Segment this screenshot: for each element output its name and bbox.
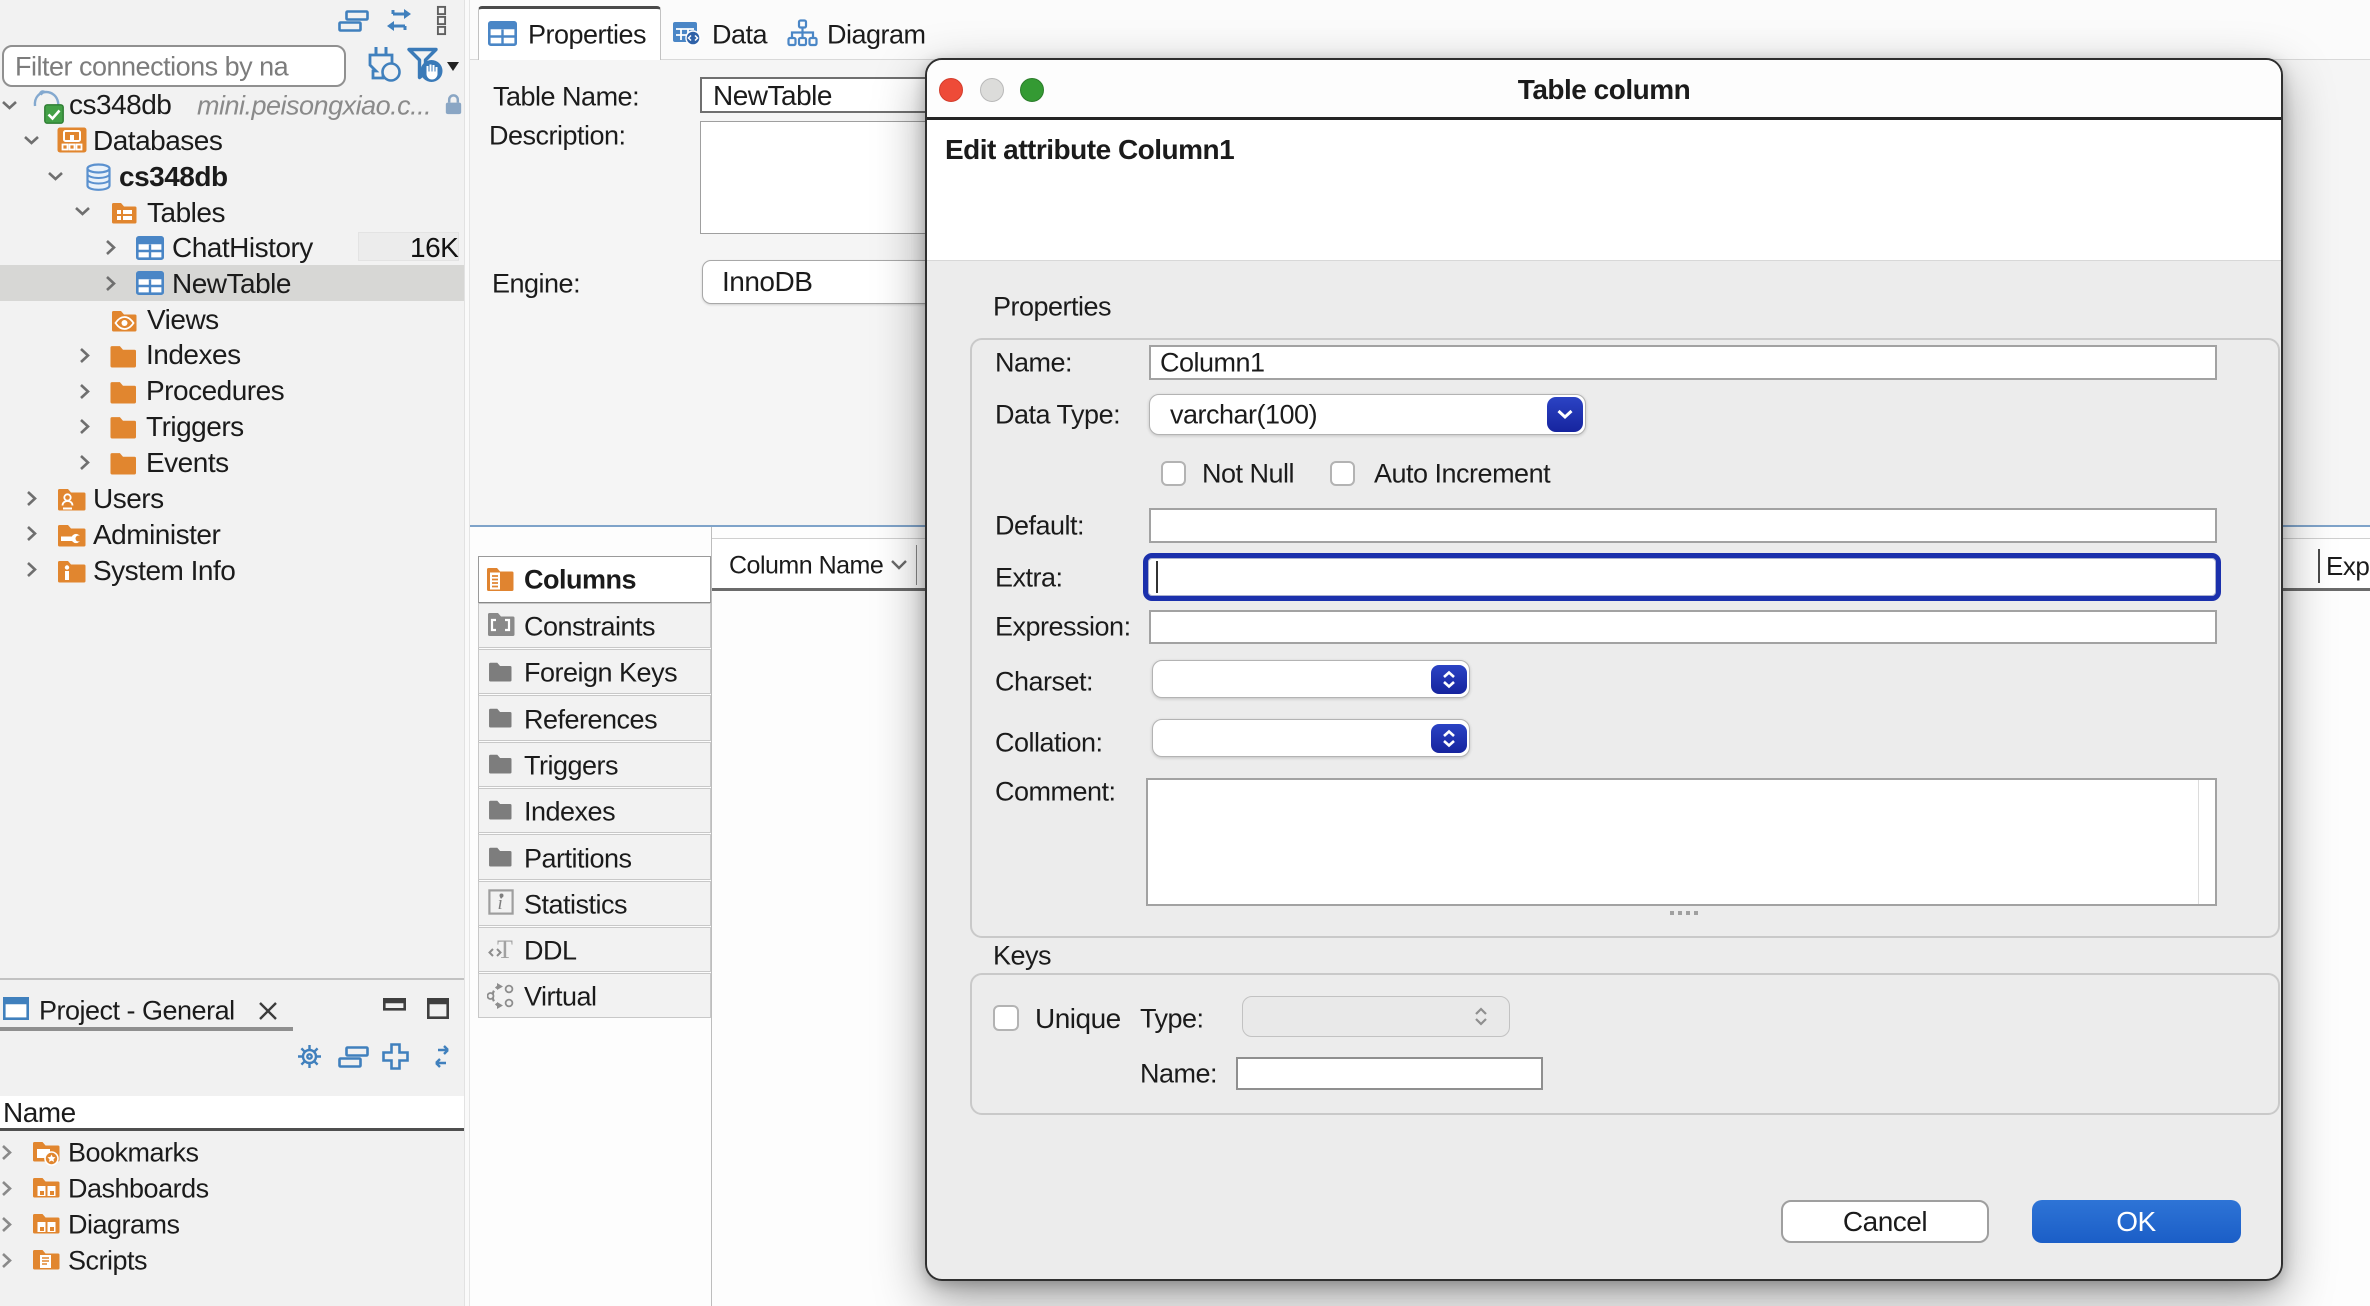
svg-text:T: T: [497, 935, 513, 962]
